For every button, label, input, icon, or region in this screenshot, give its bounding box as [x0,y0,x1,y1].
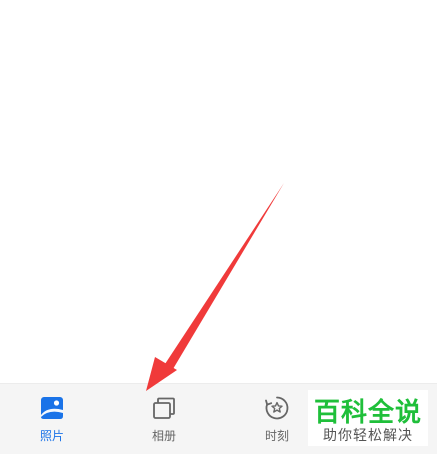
moments-icon [265,396,289,420]
tab-albums[interactable]: 相册 [124,384,204,454]
photo-icon [41,397,63,419]
tab-moments-label: 时刻 [264,429,289,443]
album-icon [153,397,175,419]
watermark-title: 百科全说 [313,398,422,428]
watermark-subtitle: 助你轻松解决 [323,428,413,444]
tab-moments[interactable]: 时刻 [237,384,317,454]
photo-content-area [0,0,437,383]
watermark-logo: 百科全说 助你轻松解决 [308,390,428,446]
tab-photos[interactable]: 照片 [12,384,92,454]
tab-albums-label: 相册 [151,429,176,443]
tab-photos-label: 照片 [39,429,64,443]
screen: 照片 相册 时刻 百科全说 助你轻松解决 [0,0,437,454]
